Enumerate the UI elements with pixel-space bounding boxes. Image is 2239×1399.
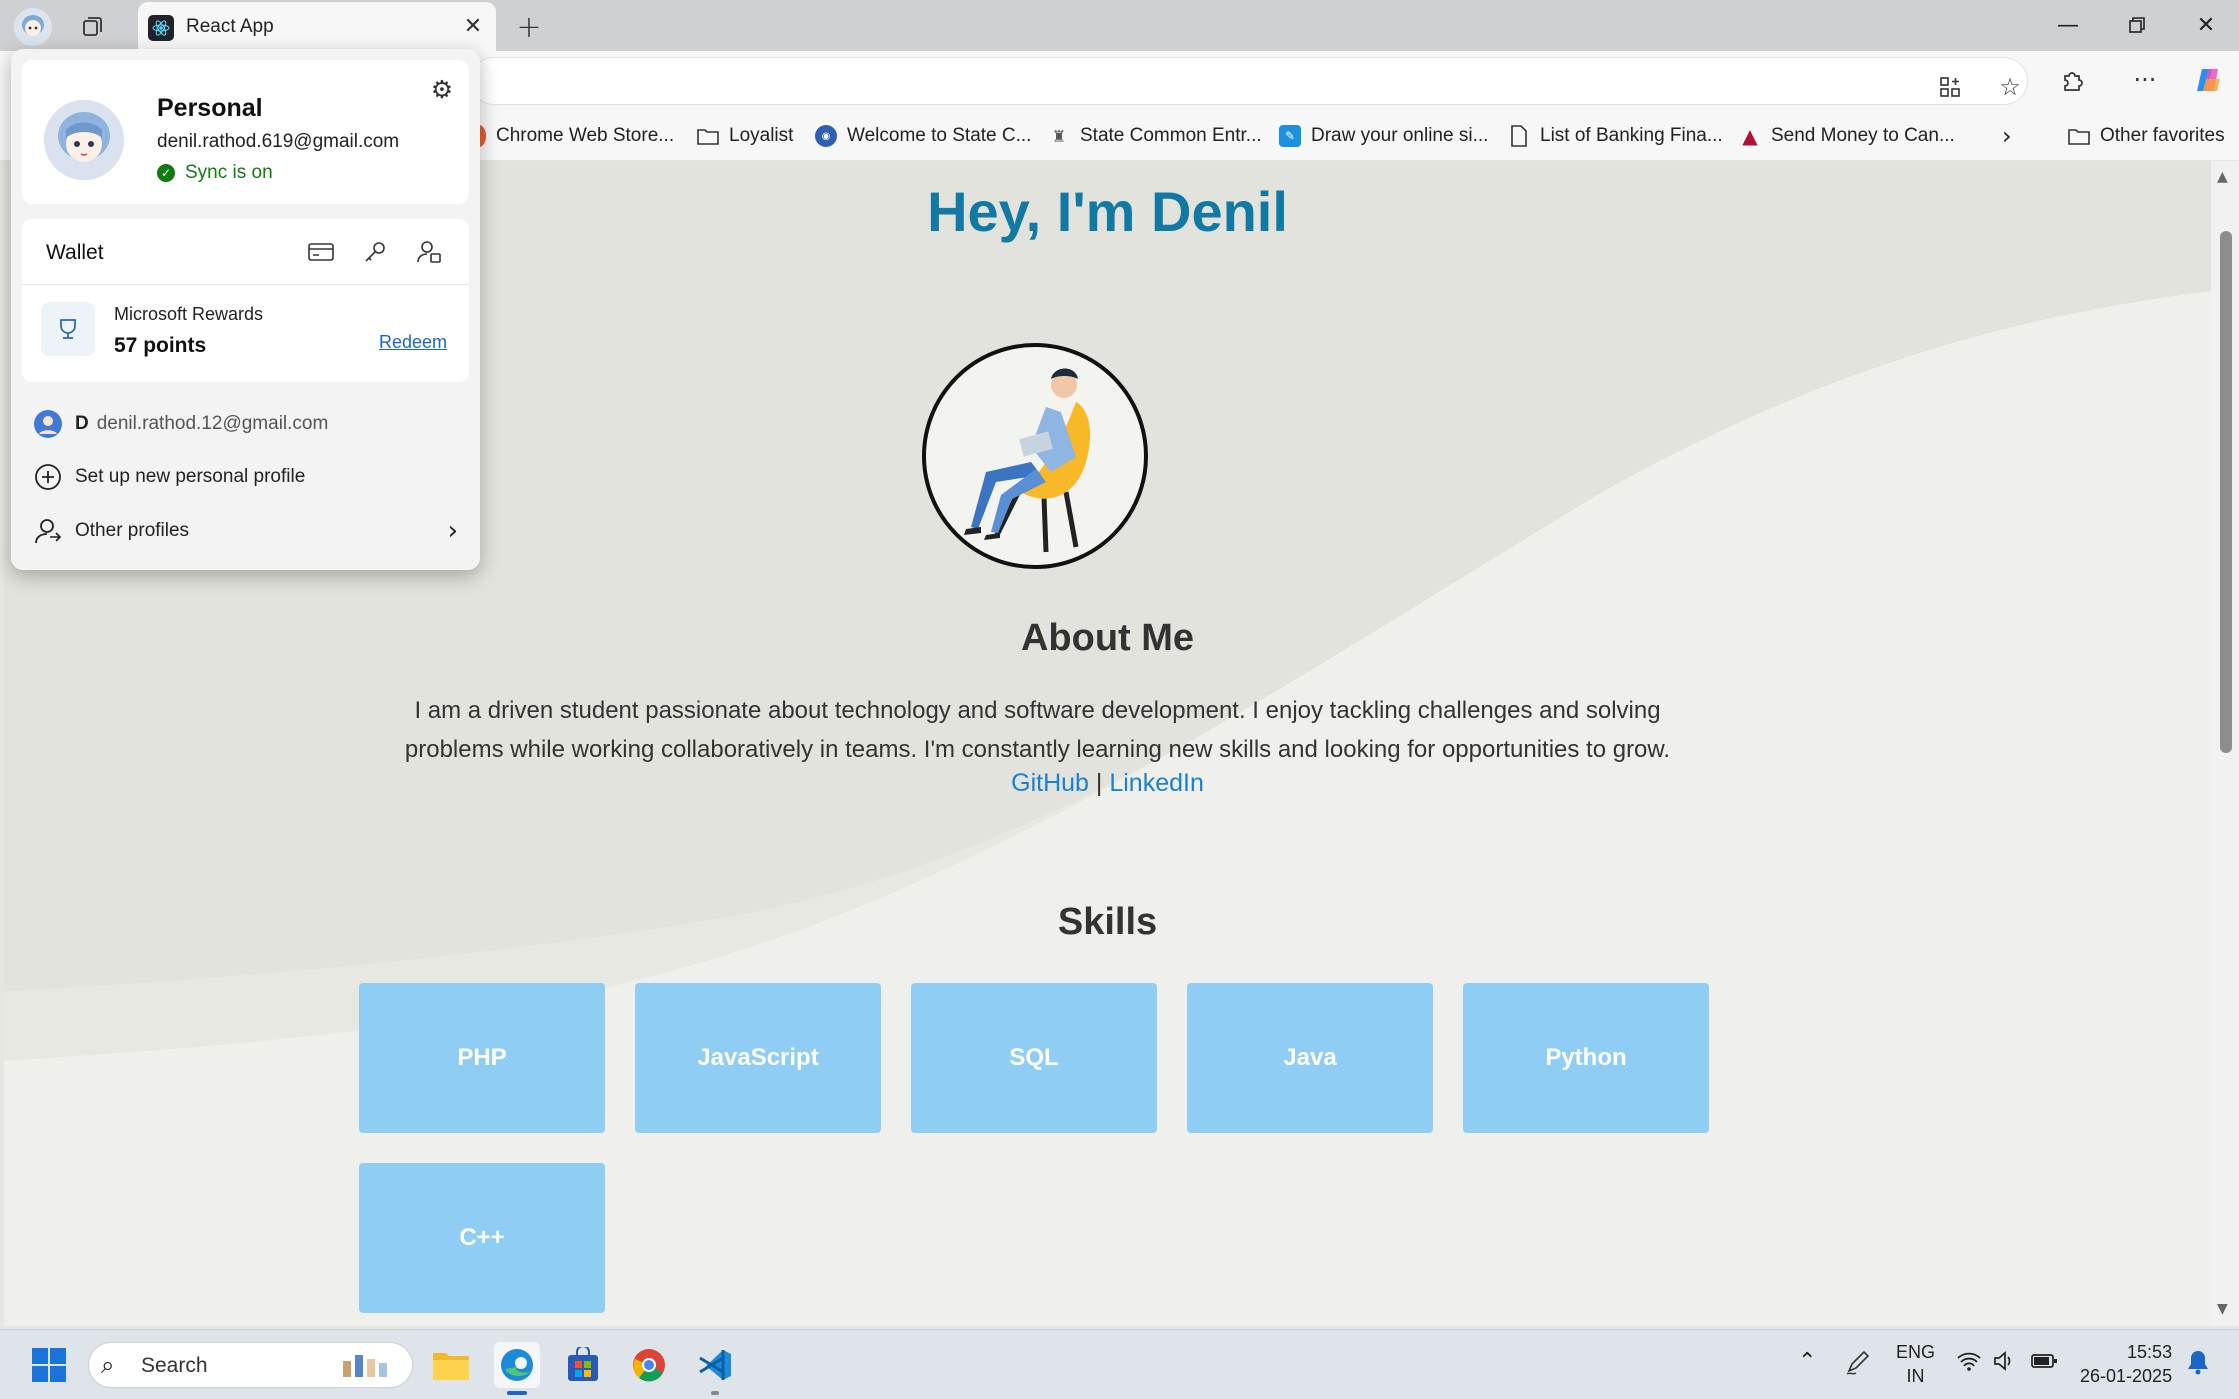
account-email: denil.rathod.12@gmail.com bbox=[96, 413, 329, 434]
close-tab-icon[interactable]: ✕ bbox=[460, 14, 486, 40]
skill-tile: PHP bbox=[359, 983, 605, 1133]
scroll-thumb[interactable] bbox=[2220, 231, 2232, 753]
sync-status: ✓ Sync is on bbox=[157, 162, 273, 184]
favorite-item[interactable]: Chrome Web Store... bbox=[472, 121, 674, 151]
scroll-up-icon[interactable]: ▲ bbox=[2217, 169, 2228, 185]
skill-tile: Java bbox=[1187, 983, 1433, 1133]
rewards-label: Microsoft Rewards bbox=[114, 304, 264, 324]
rewards-points: 57 points bbox=[114, 334, 207, 357]
trophy-icon bbox=[41, 302, 95, 356]
battery-icon[interactable] bbox=[2030, 1350, 2058, 1378]
search-icon: ⌕ bbox=[101, 1351, 115, 1379]
skill-tile: Python bbox=[1463, 983, 1709, 1133]
workspaces-icon[interactable] bbox=[76, 10, 110, 44]
profile-flyout: Personal denil.rathod.619@gmail.com ✓ Sy… bbox=[11, 49, 480, 570]
about-section-title: About Me bbox=[1020, 617, 1195, 659]
taskbar-search[interactable]: ⌕ Search bbox=[88, 1342, 413, 1388]
account-avatar-icon bbox=[33, 409, 63, 439]
skill-tile: JavaScript bbox=[635, 983, 881, 1133]
folder-icon bbox=[2068, 125, 2090, 147]
microsoft-rewards-row[interactable]: Microsoft Rewards 57 points Redeem bbox=[22, 284, 469, 382]
favorite-star-icon[interactable]: ☆ bbox=[1993, 70, 2027, 104]
favorite-item[interactable]: ♜ State Common Entr... bbox=[1048, 121, 1262, 151]
redeem-link[interactable]: Redeem bbox=[379, 332, 447, 353]
link-separator: | bbox=[1095, 769, 1103, 797]
personal-info-icon[interactable] bbox=[412, 235, 446, 269]
more-options-icon[interactable]: ··· bbox=[2128, 63, 2162, 97]
about-paragraph: I am a driven student passionate about t… bbox=[404, 697, 1671, 763]
switch-profile-icon bbox=[33, 516, 63, 546]
extensions-icon[interactable] bbox=[2056, 63, 2090, 97]
notification-bell-icon[interactable] bbox=[2186, 1349, 2210, 1381]
skill-tile: SQL bbox=[911, 983, 1157, 1133]
react-logo-icon bbox=[148, 15, 174, 41]
emblem-icon: ♜ bbox=[1051, 126, 1067, 146]
check-icon: ✓ bbox=[157, 164, 175, 182]
other-profiles-row[interactable]: Other profiles › bbox=[33, 511, 458, 551]
file-explorer-icon[interactable] bbox=[428, 1342, 474, 1388]
password-key-icon[interactable] bbox=[358, 235, 392, 269]
chevron-right-icon: › bbox=[447, 516, 458, 546]
github-link[interactable]: GitHub bbox=[1011, 769, 1089, 797]
profile-avatar-icon bbox=[14, 8, 52, 46]
signature-icon: ✎ bbox=[1279, 125, 1301, 147]
profile-avatar bbox=[44, 100, 124, 180]
wifi-icon[interactable] bbox=[1956, 1350, 1982, 1378]
profile-email: denil.rathod.619@gmail.com bbox=[157, 131, 400, 152]
windows-start-icon[interactable] bbox=[26, 1342, 72, 1388]
linkedin-link[interactable]: LinkedIn bbox=[1109, 769, 1204, 797]
close-window-icon[interactable]: ✕ bbox=[2176, 6, 2236, 44]
volume-icon[interactable] bbox=[1992, 1349, 2016, 1379]
page-scrollbar[interactable]: ▲ ▼ bbox=[2211, 161, 2239, 1326]
microsoft-store-icon[interactable] bbox=[560, 1342, 606, 1388]
app-available-icon[interactable] bbox=[1933, 70, 1967, 104]
new-tab-icon[interactable]: + bbox=[512, 10, 546, 45]
other-account-row[interactable]: D denil.rathod.12@gmail.com bbox=[33, 404, 328, 444]
windows-taskbar: ⌕ Search ⌃ ENG IN 15:53 26-01-2025 bbox=[0, 1329, 2239, 1399]
remit-icon: ▲ bbox=[1742, 124, 1758, 148]
favorite-item[interactable]: ✎ Draw your online si... bbox=[1279, 121, 1488, 151]
account-initial: D bbox=[75, 413, 89, 434]
profile-card: Personal denil.rathod.619@gmail.com ✓ Sy… bbox=[22, 60, 469, 204]
skill-tile: C++ bbox=[359, 1163, 605, 1313]
favorites-overflow-chevron-icon[interactable]: › bbox=[2002, 121, 2012, 151]
favorite-item[interactable]: Loyalist bbox=[697, 121, 793, 151]
setup-new-profile-row[interactable]: Set up new personal profile bbox=[33, 457, 305, 497]
input-language-indicator[interactable]: ENG IN bbox=[1896, 1340, 1935, 1388]
payment-card-icon[interactable] bbox=[304, 235, 338, 269]
add-circle-icon bbox=[33, 462, 63, 492]
edge-browser-icon[interactable] bbox=[494, 1342, 540, 1395]
scroll-down-icon[interactable]: ▼ bbox=[2217, 1301, 2228, 1317]
address-bar[interactable]: ☆ bbox=[470, 57, 2028, 105]
profile-name: Personal bbox=[157, 94, 263, 122]
settings-gear-icon[interactable]: ⚙ bbox=[427, 74, 457, 104]
browser-tab-bar: React App ✕ + — ✕ bbox=[0, 0, 2239, 51]
favorite-item[interactable]: List of Banking Fina... bbox=[1508, 121, 1723, 151]
minimize-icon[interactable]: — bbox=[2038, 6, 2098, 44]
skills-section-title: Skills bbox=[1057, 901, 1158, 943]
search-highlight-icon bbox=[337, 1349, 399, 1381]
tab-react-app[interactable]: React App ✕ bbox=[138, 2, 496, 51]
chrome-browser-icon[interactable] bbox=[626, 1342, 672, 1388]
restore-icon[interactable] bbox=[2107, 6, 2167, 44]
other-favorites-folder[interactable]: Other favorites bbox=[2068, 121, 2225, 151]
folder-icon bbox=[697, 125, 719, 147]
copilot-icon[interactable] bbox=[2192, 63, 2226, 97]
active-app-indicator bbox=[507, 1391, 527, 1395]
wallet-label: Wallet bbox=[46, 241, 104, 264]
profile-avatar-button[interactable] bbox=[14, 8, 52, 46]
developer-illustration bbox=[922, 343, 1148, 569]
running-app-indicator bbox=[711, 1391, 719, 1395]
pen-menu-icon[interactable] bbox=[1844, 1348, 1872, 1382]
show-hidden-icons-chevron-icon[interactable]: ⌃ bbox=[1798, 1350, 1816, 1374]
clock[interactable]: 15:53 26-01-2025 bbox=[2080, 1340, 2172, 1388]
social-links: GitHub | LinkedIn bbox=[4, 769, 2211, 798]
tab-title: React App bbox=[186, 16, 274, 37]
favorite-item[interactable]: ◉ Welcome to State C... bbox=[815, 121, 1031, 151]
document-icon bbox=[1508, 125, 1530, 147]
wallet-card: Wallet Microsoft Rewards 57 points Redee… bbox=[22, 219, 469, 382]
favorite-item[interactable]: ▲ Send Money to Can... bbox=[1739, 121, 1954, 151]
vscode-icon[interactable] bbox=[692, 1342, 738, 1395]
cet-icon: ◉ bbox=[815, 125, 837, 147]
